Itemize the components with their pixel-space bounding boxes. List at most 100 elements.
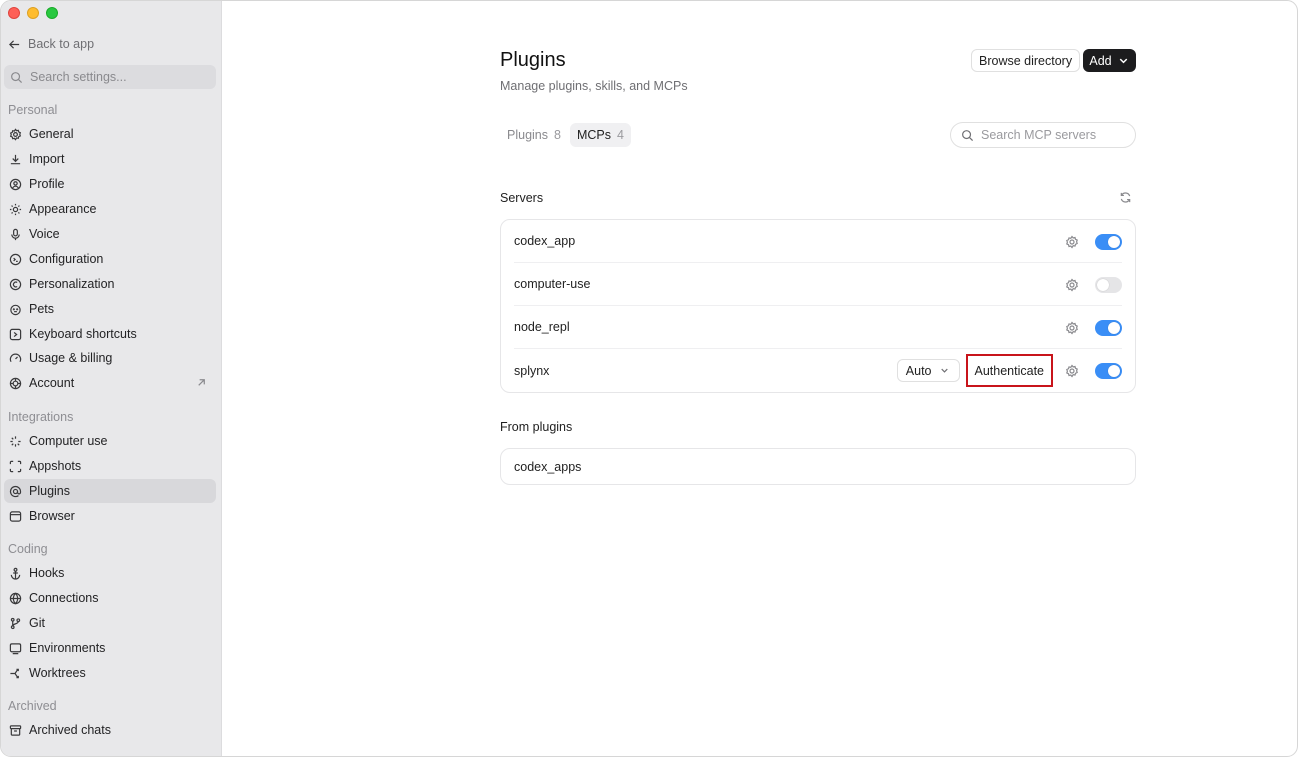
sidebar-item-browser[interactable]: Browser — [4, 504, 216, 528]
sidebar-item-computer-use[interactable]: Computer use — [4, 429, 216, 453]
sidebar-item-personalization[interactable]: Personalization — [4, 272, 216, 296]
gear-icon — [9, 127, 22, 141]
arrow-left-icon — [8, 38, 21, 51]
window-controls — [8, 7, 58, 19]
sidebar-item-label: Account — [29, 376, 75, 390]
sidebar-item-hooks[interactable]: Hooks — [4, 561, 216, 585]
microphone-icon — [9, 228, 22, 241]
tab-plugins[interactable]: Plugins 8 — [500, 123, 568, 147]
gauge-icon — [9, 352, 22, 365]
account-icon — [9, 377, 22, 390]
search-icon — [961, 129, 974, 142]
screenshot-icon — [9, 460, 22, 473]
back-to-app-link[interactable]: Back to app — [8, 37, 94, 51]
profile-icon — [9, 178, 22, 191]
tab-bar: Plugins 8 MCPs 4 — [500, 123, 631, 147]
sidebar-item-label: Configuration — [29, 252, 104, 266]
sidebar-item-git[interactable]: Git — [4, 611, 216, 635]
sidebar-item-label: Profile — [29, 177, 65, 191]
server-toggle[interactable] — [1095, 362, 1122, 379]
sidebar-item-label: Appearance — [29, 202, 97, 216]
zoom-window-button[interactable] — [46, 7, 58, 19]
server-toggle[interactable] — [1095, 319, 1122, 336]
sidebar-item-label: Environments — [29, 641, 106, 655]
auth-mode-value: Auto — [905, 363, 932, 378]
browse-directory-button[interactable]: Browse directory — [971, 49, 1081, 72]
servers-list: codex_app computer-use node_repl splynx … — [500, 219, 1136, 393]
servers-heading: Servers — [500, 191, 544, 205]
search-mcp-field[interactable] — [950, 122, 1136, 148]
sidebar-item-profile[interactable]: Profile — [4, 172, 216, 196]
sidebar-item-label: Hooks — [29, 566, 65, 580]
sidebar-item-label: Pets — [29, 302, 55, 316]
sidebar-item-configuration[interactable]: Configuration — [4, 247, 216, 271]
sidebar-item-account[interactable]: Account — [4, 371, 216, 395]
sidebar-item-label: Plugins — [29, 484, 70, 498]
sidebar-item-appshots[interactable]: Appshots — [4, 454, 216, 478]
plugin-server-row[interactable]: codex_apps — [500, 448, 1136, 485]
search-settings-input[interactable]: Search settings... — [4, 65, 216, 89]
sidebar-item-keyboard-shortcuts[interactable]: Keyboard shortcuts — [4, 322, 216, 346]
gear-icon[interactable] — [1065, 364, 1079, 378]
auth-mode-select[interactable]: Auto — [896, 359, 960, 382]
sidebar-item-label: Keyboard shortcuts — [29, 327, 137, 341]
sidebar-item-archived-chats[interactable]: Archived chats — [4, 718, 216, 742]
section-personal: Personal — [8, 103, 58, 117]
tab-mcps[interactable]: MCPs 4 — [569, 123, 631, 147]
sidebar-item-connections[interactable]: Connections — [4, 586, 216, 610]
sidebar-item-label: Personalization — [29, 277, 115, 291]
gear-icon[interactable] — [1065, 321, 1079, 335]
sidebar-item-general[interactable]: General — [4, 122, 216, 146]
server-row-node-repl: node_repl — [514, 306, 1122, 349]
refresh-icon — [1119, 191, 1132, 204]
sparkle-icon — [9, 435, 22, 448]
server-toggle[interactable] — [1095, 276, 1122, 293]
server-name: splynx — [514, 363, 550, 378]
sidebar-item-label: Archived chats — [29, 723, 111, 737]
external-link-icon — [195, 376, 208, 389]
sun-icon — [9, 203, 22, 216]
search-mcp-input[interactable] — [981, 128, 1131, 142]
sidebar-item-appearance[interactable]: Appearance — [4, 197, 216, 221]
gear-icon[interactable] — [1065, 235, 1079, 249]
server-row-computer-use: computer-use — [514, 263, 1122, 306]
from-plugins-heading: From plugins — [500, 420, 573, 434]
config-icon — [9, 253, 22, 266]
sidebar-item-pets[interactable]: Pets — [4, 297, 216, 321]
sidebar-item-label: Import — [29, 152, 65, 166]
server-name: computer-use — [514, 277, 591, 291]
close-window-button[interactable] — [8, 7, 20, 19]
add-button-label: Add — [1089, 53, 1112, 68]
tab-count: 8 — [554, 128, 561, 142]
minimize-window-button[interactable] — [27, 7, 39, 19]
sidebar-item-label: Worktrees — [29, 666, 86, 680]
section-archived: Archived — [8, 699, 57, 713]
chevron-down-icon — [1117, 54, 1130, 67]
server-toggle[interactable] — [1095, 233, 1122, 250]
sidebar-item-voice[interactable]: Voice — [4, 222, 216, 246]
sidebar-item-label: Voice — [29, 227, 60, 241]
gear-icon[interactable] — [1065, 278, 1079, 292]
server-name: codex_app — [514, 234, 576, 248]
branch-icon — [9, 617, 22, 630]
section-integrations: Integrations — [8, 410, 74, 424]
sidebar-item-worktrees[interactable]: Worktrees — [4, 661, 216, 685]
refresh-button[interactable] — [1119, 191, 1132, 209]
add-button[interactable]: Add — [1083, 49, 1136, 72]
sidebar-item-label: Git — [29, 616, 45, 630]
search-icon — [10, 71, 23, 84]
chevron-down-icon — [938, 364, 951, 377]
monitor-icon — [9, 642, 22, 655]
download-icon — [9, 153, 22, 166]
sidebar-item-import[interactable]: Import — [4, 147, 216, 171]
tab-label: MCPs — [576, 128, 611, 142]
sidebar-item-environments[interactable]: Environments — [4, 636, 216, 660]
browser-icon — [9, 510, 22, 523]
section-coding: Coding — [8, 542, 48, 556]
anchor-icon — [9, 567, 22, 580]
sidebar-item-plugins[interactable]: Plugins — [4, 479, 216, 503]
authenticate-button[interactable]: Authenticate — [965, 354, 1053, 387]
sidebar-item-usage-billing[interactable]: Usage & billing — [4, 346, 216, 370]
archive-icon — [9, 724, 22, 737]
worktree-icon — [9, 667, 22, 680]
